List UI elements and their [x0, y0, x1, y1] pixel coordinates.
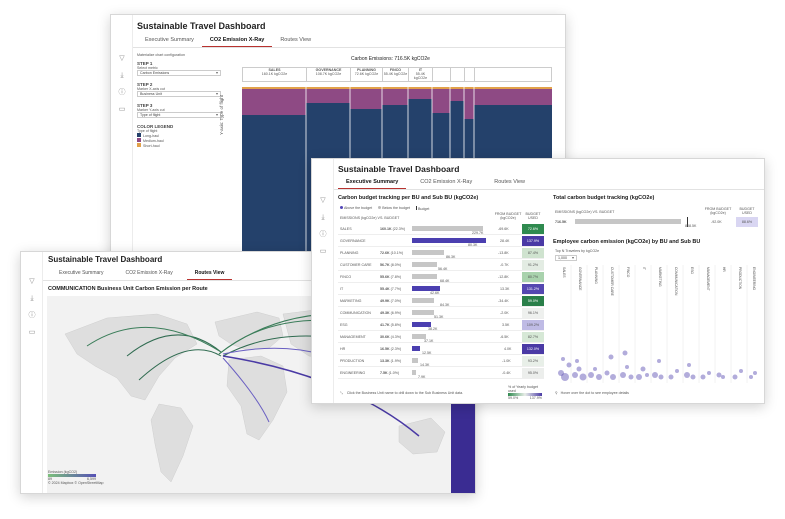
scatter-column-label: IT	[642, 267, 646, 270]
table-row[interactable]: IT 55.4K (7.7%) 42.6K 13.3K 131.2%	[338, 284, 544, 295]
xray-y-axis-label: Y-axis: Type of flight	[219, 94, 224, 135]
comment-icon[interactable]: ▭	[312, 248, 334, 256]
map-credit: © 2024 Mapbox © OpenStreetMap	[48, 481, 104, 485]
scatter-column-label: MANAGEMENT	[706, 267, 710, 291]
metric-select[interactable]: Carbon Emissions	[137, 70, 221, 76]
scatter-column-label: SALES	[562, 267, 566, 278]
table-row[interactable]: FINCO 55.6K (7.8%) 68.4K -12.8K 80.7%	[338, 272, 544, 283]
routes-heading: COMMUNICATION Business Unit Carbon Emiss…	[48, 286, 208, 292]
scatter-column-label: MARKETING	[658, 267, 662, 287]
info-icon[interactable]: ⓘ	[21, 312, 43, 320]
table-row[interactable]: COMMUNICATION 49.3K (6.9%) 51.3K -2.0K 9…	[338, 308, 544, 319]
total-from-label: FROM BUDGET (kgCO2e)	[704, 207, 732, 215]
column-planning[interactable]: PLANNING 72.6K kgCO2e	[351, 68, 383, 81]
table-row[interactable]: MANAGEMENT 30.6K (4.3%) 37.1K -6.5K 82.7…	[338, 332, 544, 343]
emission-legend: Emission (kgCO2) 89 6,599 © 2024 Mapbox …	[48, 470, 103, 485]
total-used-label: BUDGET USED	[739, 207, 755, 215]
scatter-column-label: CUSTOMER CARE	[610, 267, 614, 296]
app-title: Sustainable Travel Dashboard	[338, 164, 460, 174]
download-icon[interactable]: ⤓	[21, 295, 43, 303]
side-rail: ▽ ⤓ ⓘ ▭	[111, 15, 133, 263]
table-row[interactable]: PLANNING 72.6K (10.1%) 86.3K -13.8K 87.4…	[338, 248, 544, 259]
col-emissions: EMISSIONS (kgCO2e) VS. BUDGET	[340, 216, 400, 220]
scatter-column-label: HR	[722, 267, 726, 272]
exec-window: ▽ ⤓ ⓘ ▭ Sustainable Travel Dashboard Exe…	[311, 158, 765, 404]
total-row[interactable]: 716.5K 808.5K -92.0K 88.6%	[553, 217, 759, 229]
table-row[interactable]: SALES 160.1K (22.3%) 229.7K -69.6K 72.6%	[338, 224, 544, 235]
table-row[interactable]: ENGINEERING 7.5K (1.0%) 7.9K -0.4K 95.0%	[338, 368, 544, 379]
table-row[interactable]: GOVERNANCE 108.7K (15.2%) 80.3K 28.4K 13…	[338, 236, 544, 247]
scatter-chart[interactable]: SALES GOVERNANCE PLANNING CUSTOMER CARE …	[555, 265, 761, 383]
xray-column-headers: SALES 160.1K kgCO2e GOVERNANCE 108.7K kgCO…	[242, 67, 552, 82]
table-row[interactable]: CUSTOMER CARE 56.7K (8.0%) 56.4K -0.7K 9…	[338, 260, 544, 271]
column-governance[interactable]: GOVERNANCE 108.7K kgCO2e	[307, 68, 351, 81]
config-title: Materialize chart configuration	[137, 53, 185, 57]
side-rail: ▽ ⤓ ⓘ ▭	[21, 252, 43, 493]
table-row[interactable]: HR 16.5K (2.3%) 12.5K 4.0K 132.0%	[338, 344, 544, 355]
x-axis-select[interactable]: Business Unit	[137, 91, 221, 97]
column-it[interactable]: IT 55.4K kgCO2e	[409, 68, 433, 81]
legend-item: Short-haul	[137, 143, 227, 148]
scatter-column-label: GOVERNANCE	[578, 267, 582, 291]
filter-icon[interactable]: ▽	[21, 278, 43, 286]
scatter-column-label: ENGINEERING	[752, 267, 756, 291]
top-n-select[interactable]: 1,000	[555, 255, 577, 261]
bu-legend: Above the budget Below the budget Budget	[340, 206, 429, 211]
bu-table: SALES 160.1K (22.3%) 229.7K -69.6K 72.6%…	[338, 224, 544, 380]
app-title: Sustainable Travel Dashboard	[137, 21, 266, 31]
scatter-hint: ⚲ Hover over the dot to see employee deta…	[555, 391, 629, 395]
scatter-title: Employee carbon emission (kgCO2e) by BU …	[553, 239, 701, 245]
download-icon[interactable]: ⤓	[312, 214, 334, 222]
scatter-column-label: FINCO	[626, 267, 630, 278]
column-sales[interactable]: SALES 160.1K kgCO2e	[243, 68, 307, 81]
filter-icon[interactable]: ▽	[312, 197, 334, 205]
info-icon[interactable]: ⓘ	[111, 89, 133, 97]
scatter-subtitle: Top N Travelers by kgCO2e	[555, 249, 600, 253]
download-icon[interactable]: ⤓	[111, 72, 133, 80]
total-title: Total carbon budget tracking (kgCO2e)	[553, 195, 655, 201]
budget-scale: % of Yearly budget used 59.0% 137.9%	[508, 385, 542, 400]
column-finco[interactable]: FINCO 55.4K kgCO2e	[383, 68, 409, 81]
bu-budget-title: Carbon budget tracking per BU and Sub BU…	[338, 195, 479, 201]
total-col-label: EMISSIONS (kgCO2e) VS. BUDGET	[555, 210, 615, 214]
xray-chart-title: Carbon Emissions: 716.5K kgCO2e	[351, 56, 430, 62]
info-icon[interactable]: ⓘ	[312, 231, 334, 239]
comment-icon[interactable]: ▭	[21, 329, 43, 337]
side-rail: ▽ ⤓ ⓘ ▭	[312, 159, 334, 403]
scatter-column-label: PRODUCTION	[738, 267, 742, 290]
col-budget-used: BUDGET USED	[525, 212, 541, 220]
search-icon: ⚲	[555, 391, 558, 395]
col-from-budget: FROM BUDGET (kgCO2e)	[494, 212, 522, 220]
drilldown-hint: ⤡ Click the Business Unit name to drill d…	[340, 391, 464, 395]
filter-icon[interactable]: ▽	[111, 55, 133, 63]
comment-icon[interactable]: ▭	[111, 106, 133, 114]
y-axis-select[interactable]: Type of flight	[137, 112, 221, 118]
table-row[interactable]: PRODUCTION 13.3K (1.9%) 14.3K -1.0K 93.2…	[338, 356, 544, 367]
table-row[interactable]: MARKETING 49.9K (7.0%) 84.3K -34.4K 59.0…	[338, 296, 544, 307]
drilldown-icon: ⤡	[340, 391, 343, 395]
scatter-column-label: ESG	[690, 267, 694, 274]
table-row[interactable]: ESG 41.7K (5.8%) 38.2K 3.5K 109.2%	[338, 320, 544, 331]
scatter-column-label: COMMUNICATION	[674, 267, 678, 296]
config-panel: Materialize chart configuration STEP 1 S…	[137, 53, 227, 148]
scatter-column-label: PLANNING	[594, 267, 598, 284]
app-title: Sustainable Travel Dashboard	[48, 255, 163, 264]
